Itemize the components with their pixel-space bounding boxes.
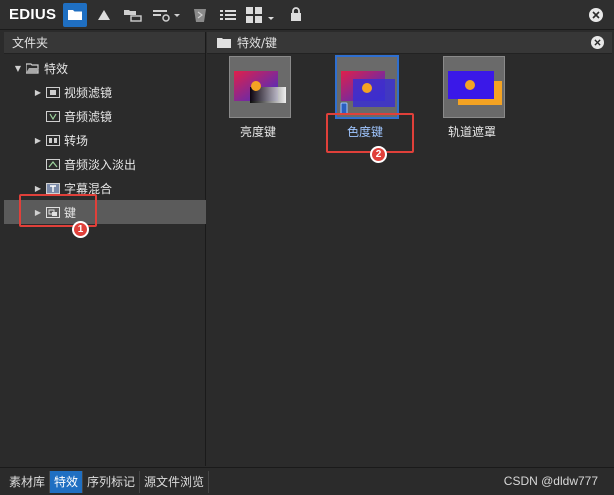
breadcrumb: 特效/键: [237, 36, 278, 50]
folder-link-button[interactable]: [121, 3, 145, 27]
effect-label: 亮度键: [239, 125, 276, 139]
tab-source-browser[interactable]: 源文件浏览: [140, 470, 210, 493]
track-matte-thumbnail: [448, 71, 502, 105]
tree-item-label: 特效: [44, 61, 69, 76]
watermark: CSDN @dldw777: [503, 474, 598, 488]
tree-item-label: 转场: [64, 133, 89, 148]
expand-down-icon[interactable]: ▼: [14, 64, 22, 73]
bottom-tab-bar: 素材库 特效 序列标记 源文件浏览 CSDN @dldw777: [0, 467, 614, 495]
delete-button[interactable]: [189, 3, 211, 27]
folder-panel-title: 文件夹: [12, 36, 49, 50]
main-toolbar: EDIUS: [0, 0, 614, 30]
folder-link-icon: [124, 9, 143, 22]
tab-sequence-markers[interactable]: 序列标记: [83, 470, 141, 493]
tree-item-label: 音频滤镜: [64, 109, 113, 124]
folder-panel-header: 文件夹: [4, 32, 205, 54]
list-view-button[interactable]: [217, 3, 239, 27]
close-icon: [594, 39, 601, 46]
audio-fade-folder-icon: [46, 158, 60, 170]
effect-track-matte[interactable]: [443, 56, 505, 118]
grid-view-button[interactable]: [245, 3, 279, 27]
effect-label: 轨道遮罩: [447, 125, 496, 139]
transition-folder-icon: [46, 134, 60, 146]
title-folder-icon: [46, 182, 60, 194]
tree-item-audio-fades[interactable]: 音频淡入淡出: [4, 152, 206, 176]
app-logo: EDIUS: [9, 6, 57, 23]
list-view-icon: [220, 9, 237, 20]
tree-item-effects[interactable]: ▼ 特效: [4, 56, 206, 80]
add-effect-button[interactable]: [151, 3, 183, 27]
expand-right-icon[interactable]: ▶: [34, 88, 42, 97]
effect-chroma-key[interactable]: [335, 55, 399, 119]
tree-item-label: 音频淡入淡出: [64, 157, 137, 172]
panel-close-button[interactable]: [591, 36, 604, 49]
tree-item-audio-filters[interactable]: 音频滤镜: [4, 104, 206, 128]
close-icon: [592, 11, 600, 19]
triangle-icon: [98, 9, 111, 20]
film-folder-icon: [46, 86, 60, 98]
folder-icon: [68, 10, 83, 20]
folder-open-icon: [26, 62, 40, 74]
window-close-button[interactable]: [589, 8, 603, 22]
folder-icon: [217, 38, 231, 48]
expand-right-icon[interactable]: ▶: [34, 136, 42, 145]
luma-key-thumbnail: [234, 71, 286, 103]
audio-folder-icon: [46, 110, 60, 122]
tree-item-transitions[interactable]: ▶ 转场: [4, 128, 206, 152]
annotation-box-2: [326, 113, 414, 153]
folder-panel: 文件夹 ▼ 特效 ▶ 视频滤镜 音频滤镜 ▶ 转场 音频淡入淡出 ▶ 字幕混合 …: [4, 32, 206, 466]
chroma-key-thumbnail: [340, 71, 395, 115]
trash-icon: [194, 8, 207, 22]
expand-right-icon[interactable]: ▶: [34, 184, 42, 193]
tab-bin[interactable]: 素材库: [5, 470, 51, 493]
folder-view-button[interactable]: [63, 2, 88, 27]
annotation-badge-1: 1: [72, 221, 89, 238]
effects-content-panel: 特效/键 亮度键 色度键 轨道遮罩: [207, 32, 612, 466]
tab-effects[interactable]: 特效: [50, 470, 84, 493]
tree-item-label: 视频滤镜: [64, 85, 113, 100]
add-effect-icon: [153, 9, 181, 22]
up-button[interactable]: [93, 3, 115, 27]
lock-button[interactable]: [285, 3, 307, 27]
effect-luma-key[interactable]: [229, 56, 291, 118]
annotation-badge-2: 2: [370, 146, 387, 163]
lock-icon: [291, 7, 302, 21]
grid-view-icon: [246, 6, 275, 23]
tree-item-video-filters[interactable]: ▶ 视频滤镜: [4, 80, 206, 104]
content-panel-header: 特效/键: [207, 32, 612, 54]
